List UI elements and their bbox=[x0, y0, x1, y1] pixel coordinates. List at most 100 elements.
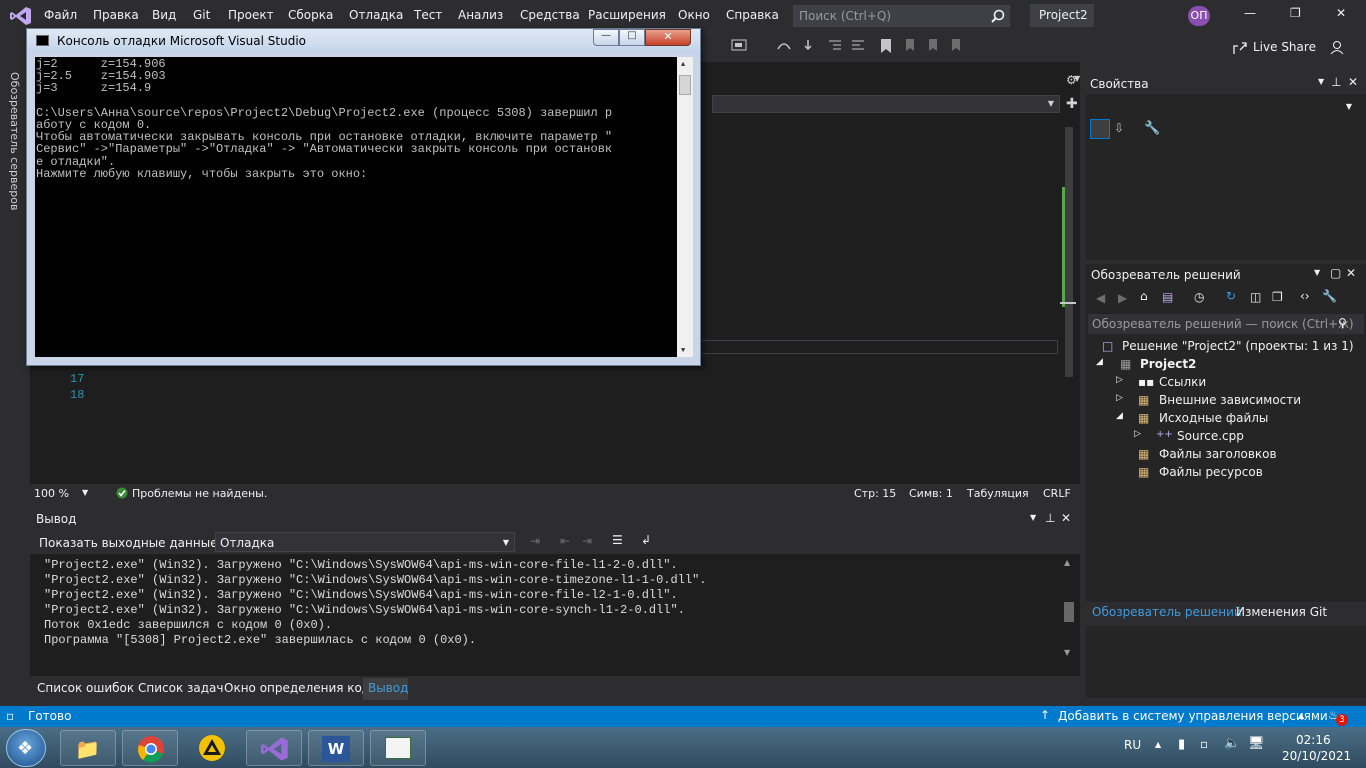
debug-console-window[interactable]: Консоль отладки Microsoft Visual Studio … bbox=[26, 28, 701, 366]
pin-icon[interactable]: ⊥ bbox=[1045, 511, 1055, 525]
bookmark-icon[interactable] bbox=[880, 38, 892, 54]
console-scrollbar[interactable]: ▲ ▼ bbox=[677, 57, 693, 357]
tabs-indicator[interactable]: Табуляция bbox=[967, 487, 1029, 500]
next-message-icon[interactable]: ⇥ bbox=[582, 534, 592, 548]
tree-item-source-files[interactable]: Исходные файлы bbox=[1159, 411, 1268, 425]
collapse-all-icon[interactable]: ◫ bbox=[1250, 290, 1261, 304]
clear-all-icon[interactable]: ☰ bbox=[612, 533, 623, 547]
maximize-icon[interactable]: ▢ bbox=[1330, 266, 1341, 280]
menu-debug[interactable]: Отладка bbox=[349, 8, 403, 22]
output-hscrollbar[interactable] bbox=[30, 662, 1060, 674]
output-scrollbar[interactable]: ▲ ▼ bbox=[1060, 554, 1078, 660]
taskbar-explorer[interactable]: 📁 bbox=[60, 730, 116, 766]
menu-window[interactable]: Окно bbox=[678, 8, 710, 22]
menu-file[interactable]: Файл bbox=[44, 8, 77, 22]
goto-location-icon[interactable]: ⇥ bbox=[530, 534, 540, 548]
add-to-source-control-button[interactable]: Добавить в систему управления версиями bbox=[1058, 709, 1328, 723]
forward-icon[interactable]: ▶ bbox=[1118, 291, 1127, 305]
back-icon[interactable]: ◀ bbox=[1096, 291, 1105, 305]
search-input[interactable]: Поиск (Ctrl+Q) bbox=[793, 5, 1010, 27]
prev-message-icon[interactable]: ⇤ bbox=[560, 534, 570, 548]
expand-arrow-icon[interactable]: ▷ bbox=[1116, 375, 1123, 385]
split-icon[interactable]: ✚ bbox=[1066, 96, 1078, 112]
live-share-button[interactable]: Live Share bbox=[1253, 40, 1316, 54]
chevron-down-icon[interactable]: ▼ bbox=[1030, 513, 1036, 522]
properties-object-select[interactable]: ▼ bbox=[1090, 97, 1352, 115]
alphabetical-icon[interactable]: ⇩ bbox=[1114, 121, 1132, 137]
property-pages-icon[interactable]: 🔧 bbox=[1144, 121, 1162, 137]
chevron-up-icon[interactable]: ▲ bbox=[1298, 711, 1304, 720]
expand-arrow-icon[interactable]: ▷ bbox=[1116, 393, 1123, 403]
sync-icon[interactable]: ↻ bbox=[1226, 289, 1236, 303]
console-maximize-button[interactable]: □ bbox=[619, 29, 645, 46]
expand-arrow-icon[interactable]: ◢ bbox=[1096, 357, 1103, 367]
start-button[interactable]: ❖ bbox=[6, 729, 46, 767]
server-explorer-tab[interactable]: Обозреватель серверов bbox=[7, 72, 21, 212]
categorized-icon[interactable] bbox=[1090, 119, 1110, 139]
taskbar-word[interactable]: W bbox=[308, 730, 364, 766]
solution-search-input[interactable]: Обозреватель решений — поиск (Ctrl+ж) ⚲ bbox=[1088, 314, 1364, 334]
editor-vscrollbar[interactable] bbox=[1058, 117, 1080, 497]
menu-tools[interactable]: Средства bbox=[520, 8, 580, 22]
tab-git-changes[interactable]: Изменения Git bbox=[1236, 605, 1327, 619]
menu-test[interactable]: Тест bbox=[414, 8, 442, 22]
gear-icon[interactable]: ⚙ bbox=[1066, 73, 1077, 87]
bookmark-clear-icon[interactable] bbox=[949, 38, 963, 54]
menu-git[interactable]: Git bbox=[193, 8, 210, 22]
expand-arrow-icon[interactable]: ▷ bbox=[1134, 429, 1141, 439]
menu-help[interactable]: Справка bbox=[726, 8, 779, 22]
tab-error-list[interactable]: Список ошибок bbox=[37, 681, 134, 695]
bookmark-prev-icon[interactable] bbox=[903, 38, 917, 54]
console-minimize-button[interactable]: — bbox=[593, 29, 619, 46]
tree-item-header-files[interactable]: Файлы заголовков bbox=[1159, 447, 1277, 461]
output-source-select[interactable]: Отладка ▼ bbox=[215, 532, 515, 552]
tab-output-active[interactable]: Вывод bbox=[363, 678, 408, 700]
chevron-down-icon[interactable]: ▼ bbox=[1318, 77, 1324, 86]
clock-time[interactable]: 02:16 bbox=[1296, 733, 1331, 747]
volume-icon[interactable]: 🔈 bbox=[1224, 736, 1240, 751]
user-avatar[interactable]: ОП bbox=[1188, 6, 1210, 26]
expand-arrow-icon[interactable]: ◢ bbox=[1116, 411, 1123, 421]
word-wrap-icon[interactable]: ↲ bbox=[641, 533, 651, 547]
feedback-icon[interactable] bbox=[1330, 39, 1346, 55]
tab-task-list[interactable]: Список задач bbox=[138, 681, 224, 695]
eol-indicator[interactable]: CRLF bbox=[1043, 487, 1071, 500]
restore-icon[interactable]: ❐ bbox=[1290, 6, 1304, 20]
menu-extensions[interactable]: Расширения bbox=[588, 8, 666, 22]
indent-icon[interactable] bbox=[828, 39, 842, 53]
chevron-down-icon[interactable]: ▼ bbox=[82, 488, 88, 497]
zoom-select[interactable]: 100 % bbox=[34, 487, 69, 500]
console-output[interactable]: j=2 z=154.906 j=2.5 z=154.903 j=3 z=154.9 C… bbox=[35, 57, 693, 357]
wrench-icon[interactable]: 🔧 bbox=[1322, 289, 1337, 303]
menu-project[interactable]: Проект bbox=[228, 8, 274, 22]
problems-status[interactable]: Проблемы не найдены. bbox=[132, 487, 267, 500]
tree-solution[interactable]: Решение "Project2" (проекты: 1 из 1) bbox=[1122, 339, 1354, 353]
tree-item-references[interactable]: Ссылки bbox=[1159, 375, 1206, 389]
tree-project[interactable]: Project2 bbox=[1140, 357, 1196, 371]
member-dropdown[interactable]: ▼ bbox=[712, 95, 1060, 113]
taskbar-app-window[interactable] bbox=[370, 730, 426, 766]
outdent-icon[interactable] bbox=[851, 39, 865, 53]
tab-code-definition[interactable]: Окно определения кода bbox=[224, 681, 378, 695]
tab-solution-explorer[interactable]: Обозреватель решений bbox=[1092, 605, 1242, 619]
language-indicator[interactable]: RU bbox=[1124, 738, 1141, 752]
taskbar-chrome[interactable] bbox=[122, 730, 178, 766]
step-into-icon[interactable] bbox=[800, 39, 816, 53]
tree-item-external-deps[interactable]: Внешние зависимости bbox=[1159, 393, 1301, 407]
tray-expand-icon[interactable]: ▲ bbox=[1155, 740, 1161, 749]
signal-icon[interactable]: ▫ bbox=[1200, 737, 1208, 751]
menu-build[interactable]: Сборка bbox=[288, 8, 333, 22]
taskbar-visual-studio[interactable] bbox=[246, 730, 302, 766]
tree-item-resource-files[interactable]: Файлы ресурсов bbox=[1159, 465, 1263, 479]
menu-edit[interactable]: Правка bbox=[93, 8, 139, 22]
close-icon[interactable]: ✕ bbox=[1348, 75, 1358, 89]
close-icon[interactable]: ✕ bbox=[1061, 511, 1071, 525]
battery-icon[interactable]: ▮ bbox=[1178, 737, 1185, 752]
close-icon[interactable]: ✕ bbox=[1346, 266, 1356, 280]
live-share-icon[interactable] bbox=[1232, 40, 1248, 56]
step-over-icon[interactable] bbox=[776, 39, 792, 53]
clock-date[interactable]: 20/10/2021 bbox=[1282, 749, 1351, 763]
bookmark-next-icon[interactable] bbox=[926, 38, 940, 54]
visual-studio-logo-icon[interactable] bbox=[10, 6, 32, 26]
menu-view[interactable]: Вид bbox=[152, 8, 176, 22]
